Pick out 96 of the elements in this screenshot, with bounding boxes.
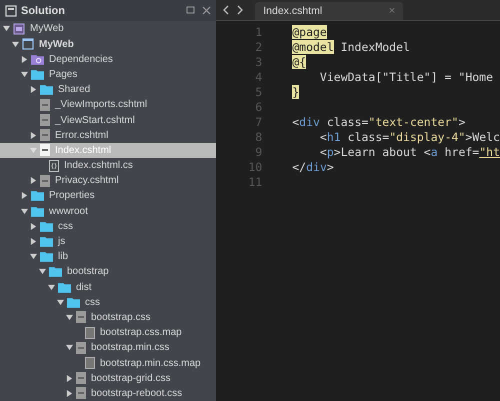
folder-icon <box>31 54 44 65</box>
item-label: Error.cshtml <box>55 130 108 141</box>
folder-icon <box>31 190 44 202</box>
project-icon <box>22 38 34 50</box>
tree-item[interactable]: Error.cshtml <box>0 128 216 143</box>
tree-item[interactable]: js <box>0 234 216 250</box>
tree-item[interactable]: wwwroot <box>0 204 216 219</box>
folder-icon <box>40 84 53 96</box>
item-label: Pages <box>49 68 78 80</box>
file-icon <box>40 98 50 111</box>
code-line: ViewData["Title"] = "Home <box>318 70 494 84</box>
item-label: lib <box>58 251 68 262</box>
expand-arrow-icon[interactable] <box>30 132 37 139</box>
item-label: bootstrap-grid.css <box>91 372 170 384</box>
item-label: bootstrap-reboot.css <box>91 388 182 399</box>
tree-item[interactable]: dist <box>0 280 216 295</box>
file-icon <box>40 174 50 187</box>
item-label: js <box>58 236 66 248</box>
panel-title: Solution <box>21 4 65 17</box>
close-icon[interactable] <box>202 6 212 16</box>
maximize-icon[interactable] <box>186 6 196 16</box>
tree-item[interactable]: bootstrap-grid.css <box>0 370 216 386</box>
item-label: bootstrap.min.css.map <box>100 358 201 369</box>
item-label: _ViewImports.cshtml <box>55 99 148 110</box>
file-icon <box>76 372 86 384</box>
expand-arrow-icon[interactable] <box>21 56 28 63</box>
tree-item[interactable]: _ViewStart.cshtml <box>0 112 216 128</box>
document-icon <box>85 326 95 339</box>
file-icon <box>76 311 86 324</box>
expand-arrow-icon[interactable] <box>30 222 37 230</box>
item-label: Shared <box>58 84 90 96</box>
item-label: bootstrap.min.css <box>91 342 170 354</box>
solution-icon <box>13 22 25 35</box>
folder-icon <box>31 68 44 80</box>
code-line: <p>Learn about <a href="ht <box>318 144 500 158</box>
tree-item[interactable]: _ViewImports.cshtml <box>0 97 216 112</box>
collapse-arrow-icon[interactable] <box>66 344 73 352</box>
item-label: _ViewStart.cshtml <box>55 114 135 126</box>
item-label: bootstrap <box>67 266 109 278</box>
tree-item[interactable]: Pages <box>0 66 216 82</box>
expand-arrow-icon[interactable] <box>30 86 37 94</box>
document-icon <box>85 357 95 370</box>
tree-item[interactable]: bootstrap.min.css <box>0 340 216 356</box>
tree-item[interactable]: MyWeb <box>0 21 216 36</box>
collapse-arrow-icon[interactable] <box>21 208 28 215</box>
item-label: dist <box>76 282 92 293</box>
tree-item[interactable]: bootstrap.css <box>0 310 216 326</box>
item-label: Privacy.cshtml <box>55 175 119 186</box>
editor-tab[interactable]: Index.cshtml × <box>255 2 404 20</box>
tree-item[interactable]: bootstrap.css.map <box>0 325 216 340</box>
tree-item[interactable]: Index.cshtml.cs <box>0 158 216 174</box>
item-label: MyWeb <box>39 38 74 50</box>
item-label: css <box>58 220 73 232</box>
file-icon <box>40 114 50 126</box>
folder-icon <box>40 220 53 232</box>
tree-item[interactable]: bootstrap-reboot.css <box>0 386 216 401</box>
tree-item[interactable]: Properties <box>0 188 216 204</box>
folder-icon <box>40 251 53 262</box>
tree-item[interactable]: MyWeb <box>0 36 216 52</box>
code-line: </div> <box>292 160 334 174</box>
collapse-arrow-icon[interactable] <box>12 40 19 48</box>
tree-item[interactable]: bootstrap.min.css.map <box>0 355 216 371</box>
tree-item[interactable]: bootstrap <box>0 264 216 280</box>
item-label: Index.cshtml.cs <box>64 160 133 172</box>
file-icon <box>40 129 50 142</box>
folder-icon <box>67 296 80 308</box>
collapse-arrow-icon[interactable] <box>21 70 28 78</box>
file-icon <box>76 387 86 400</box>
item-label: css <box>85 296 100 308</box>
tree-item[interactable]: lib <box>0 249 216 264</box>
tree-item[interactable]: css <box>0 294 216 310</box>
file-icon <box>40 144 50 156</box>
panel-icon <box>5 4 17 17</box>
file-icon <box>76 342 86 354</box>
item-label: wwwroot <box>49 206 88 217</box>
tree-item[interactable]: Shared <box>0 82 216 98</box>
item-label: Index.cshtml <box>55 144 112 156</box>
tree-item[interactable]: Privacy.cshtml <box>0 173 216 188</box>
expand-arrow-icon[interactable] <box>30 238 37 246</box>
tree-item[interactable]: css <box>0 218 216 234</box>
folder-icon <box>31 206 44 217</box>
collapse-arrow-icon[interactable] <box>3 25 10 32</box>
folder-icon <box>58 282 71 293</box>
item-label: MyWeb <box>30 23 64 34</box>
code-line: <div class="text-center"> <box>292 114 466 128</box>
tab-label: Index.cshtml <box>263 5 322 17</box>
folder-icon <box>40 236 53 248</box>
item-label: bootstrap.css.map <box>100 327 182 338</box>
code-file-icon <box>49 160 59 172</box>
tree-item[interactable]: Dependencies <box>0 52 216 67</box>
folder-icon <box>49 266 62 278</box>
item-label: bootstrap.css <box>91 312 150 323</box>
item-label: Dependencies <box>49 54 113 65</box>
code-line: <h1 class="display-4">Welc <box>318 130 500 144</box>
item-label: Properties <box>49 190 95 202</box>
code-line: @model IndexModel <box>292 40 410 54</box>
